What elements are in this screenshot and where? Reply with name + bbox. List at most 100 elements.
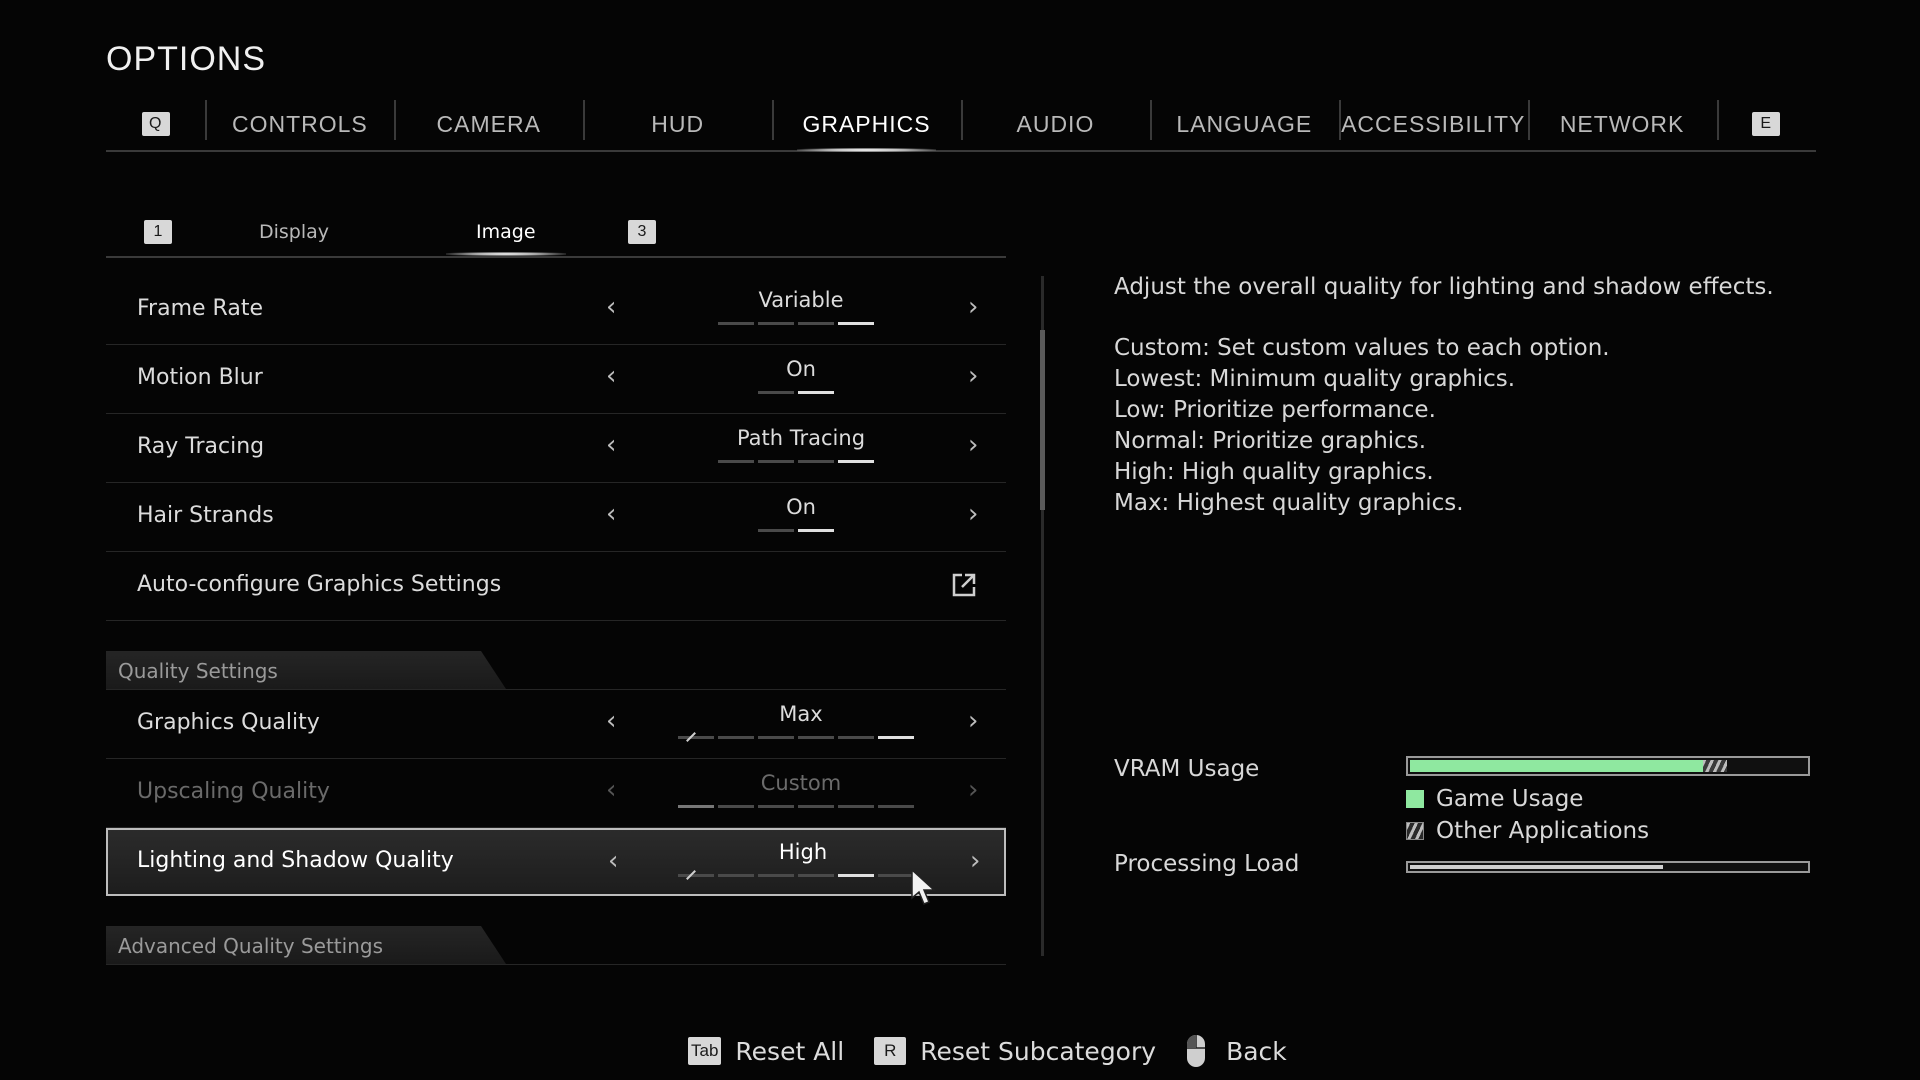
- setting-motion-blur[interactable]: Motion Blur ‹ On ›: [106, 345, 1006, 414]
- page-title: OPTIONS: [106, 40, 267, 78]
- tab-graphics[interactable]: GRAPHICS: [772, 98, 961, 152]
- setting-label: Ray Tracing: [137, 434, 265, 459]
- setting-upscaling-quality: Upscaling Quality ‹ Custom ›: [106, 759, 1006, 828]
- legend-game-usage: Game Usage: [1406, 786, 1583, 812]
- setting-label: Frame Rate: [137, 296, 263, 321]
- other-applications-swatch: [1406, 822, 1424, 840]
- setting-label: Auto-configure Graphics Settings: [137, 572, 502, 597]
- setting-label: Lighting and Shadow Quality: [137, 848, 454, 873]
- reset-all-label: Reset All: [735, 1036, 845, 1066]
- tab-camera[interactable]: CAMERA: [394, 98, 583, 150]
- vram-other-fill: [1703, 760, 1727, 772]
- tab-language[interactable]: LANGUAGE: [1149, 98, 1339, 150]
- setting-value: Path Tracing: [736, 426, 866, 450]
- reset-subcategory-button[interactable]: R Reset Subcategory: [874, 1037, 1156, 1066]
- vram-usage-label: VRAM Usage: [1114, 756, 1260, 782]
- processing-load-label: Processing Load: [1114, 851, 1300, 877]
- setting-label: Motion Blur: [137, 365, 263, 390]
- setting-value: On: [786, 357, 816, 381]
- setting-description: Adjust the overall quality for lighting …: [1114, 272, 1814, 519]
- chevron-left-icon[interactable]: ‹: [606, 499, 616, 529]
- setting-value: On: [786, 495, 816, 519]
- chevron-right-icon[interactable]: ›: [968, 499, 978, 529]
- back-button[interactable]: Back: [1186, 1034, 1287, 1068]
- description-line: Max: Highest quality graphics.: [1114, 490, 1464, 516]
- value-indicator: [758, 529, 834, 532]
- value-indicator: [758, 391, 834, 394]
- setting-frame-rate[interactable]: Frame Rate ‹ Variable ›: [106, 276, 1006, 345]
- footer-hints: Tab Reset All R Reset Subcategory Back: [688, 1034, 1317, 1068]
- external-link-icon[interactable]: [951, 572, 977, 598]
- tab-prev-key[interactable]: Q: [106, 98, 205, 150]
- settings-list: Frame Rate ‹ Variable › Motion Blur ‹ On…: [106, 276, 1006, 965]
- setting-graphics-quality[interactable]: Graphics Quality ‹ Max ›: [106, 690, 1006, 759]
- scrollbar-thumb[interactable]: [1040, 330, 1045, 510]
- setting-label: Graphics Quality: [137, 710, 320, 735]
- setting-value: High: [778, 840, 828, 864]
- vram-game-fill: [1410, 760, 1703, 772]
- value-indicator: [678, 874, 914, 877]
- chevron-left-icon[interactable]: ‹: [606, 292, 616, 322]
- subtab-prev-key[interactable]: 1: [144, 212, 172, 252]
- tab-controls[interactable]: CONTROLS: [205, 98, 394, 150]
- vram-usage-bar: [1406, 756, 1810, 776]
- legend-label: Other Applications: [1436, 818, 1650, 844]
- tab-key-hint: Tab: [688, 1037, 722, 1065]
- e-key-hint: E: [1752, 112, 1781, 136]
- description-line: High: High quality graphics.: [1114, 459, 1434, 485]
- processing-load-fill: [1410, 865, 1663, 869]
- subtab-image[interactable]: Image: [446, 212, 565, 256]
- section-title: Advanced Quality Settings: [118, 934, 383, 958]
- setting-ray-tracing[interactable]: Ray Tracing ‹ Path Tracing ›: [106, 414, 1006, 483]
- tab-hud[interactable]: HUD: [583, 98, 772, 150]
- chevron-left-icon[interactable]: ‹: [606, 361, 616, 391]
- subtab-next-key[interactable]: 3: [628, 212, 656, 252]
- mouse-right-click-icon: [1187, 1035, 1206, 1067]
- setting-label: Upscaling Quality: [137, 779, 330, 804]
- chevron-left-icon[interactable]: ‹: [606, 430, 616, 460]
- chevron-left-icon[interactable]: ‹: [606, 706, 616, 736]
- subtab-display[interactable]: Display: [259, 212, 329, 252]
- tab-next-key[interactable]: E: [1716, 98, 1816, 150]
- reset-subcategory-label: Reset Subcategory: [920, 1036, 1157, 1066]
- chevron-right-icon[interactable]: ›: [968, 430, 978, 460]
- setting-auto-configure[interactable]: Auto-configure Graphics Settings: [106, 552, 1006, 621]
- tab-audio[interactable]: AUDIO: [960, 98, 1150, 150]
- setting-value: Custom: [760, 771, 842, 795]
- chevron-right-icon[interactable]: ›: [970, 846, 980, 876]
- back-label: Back: [1226, 1036, 1287, 1066]
- processing-load-bar: [1406, 861, 1810, 873]
- game-usage-swatch: [1406, 790, 1424, 808]
- section-header-advanced: Advanced Quality Settings: [106, 896, 1006, 965]
- mouse-cursor-icon: [911, 868, 936, 905]
- chevron-right-icon[interactable]: ›: [968, 706, 978, 736]
- description-line: Low: Prioritize performance.: [1114, 397, 1436, 423]
- legend-other-applications: Other Applications: [1406, 818, 1649, 844]
- value-indicator: [678, 805, 914, 808]
- tab-accessibility[interactable]: ACCESSIBILITY: [1338, 98, 1528, 150]
- setting-label: Hair Strands: [137, 503, 274, 528]
- tab-network[interactable]: NETWORK: [1527, 98, 1717, 150]
- chevron-right-icon[interactable]: ›: [968, 361, 978, 391]
- setting-hair-strands[interactable]: Hair Strands ‹ On ›: [106, 483, 1006, 552]
- description-line: Lowest: Minimum quality graphics.: [1114, 366, 1516, 392]
- q-key-hint: Q: [141, 112, 170, 136]
- section-title: Quality Settings: [118, 659, 278, 683]
- main-tab-bar: Q CONTROLS CAMERA HUD GRAPHICS AUDIO LAN…: [106, 98, 1816, 152]
- section-header-quality: Quality Settings: [106, 621, 1006, 690]
- setting-lighting-shadow-quality[interactable]: Lighting and Shadow Quality ‹ High ›: [106, 828, 1006, 896]
- r-key-hint: R: [874, 1037, 907, 1065]
- chevron-right-icon[interactable]: ›: [968, 292, 978, 322]
- value-indicator: [718, 322, 874, 325]
- value-indicator: [718, 460, 874, 463]
- setting-value: Max: [779, 702, 823, 726]
- value-indicator: [678, 736, 914, 739]
- chevron-left-icon: ‹: [606, 775, 617, 805]
- legend-label: Game Usage: [1436, 786, 1584, 812]
- sub-tab-bar: 1 Display Image 3: [106, 212, 1006, 258]
- setting-value: Variable: [758, 288, 844, 312]
- key-3-hint: 3: [628, 220, 656, 244]
- description-summary: Adjust the overall quality for lighting …: [1114, 274, 1774, 300]
- reset-all-button[interactable]: Tab Reset All: [688, 1037, 844, 1066]
- chevron-left-icon[interactable]: ‹: [608, 846, 618, 876]
